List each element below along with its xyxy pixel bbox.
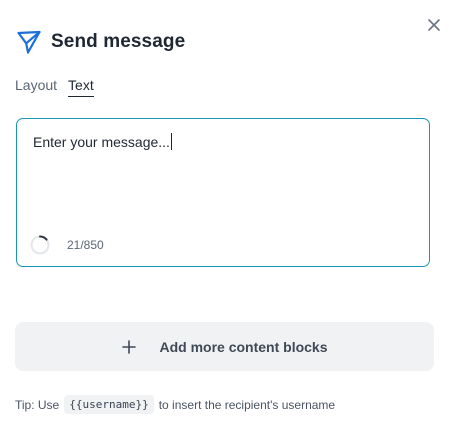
- tab-bar: Layout Text: [15, 77, 94, 97]
- add-content-blocks-label: Add more content blocks: [159, 338, 328, 355]
- username-placeholder-code: {{username}}: [64, 395, 154, 414]
- message-text: Enter your message...: [33, 134, 170, 150]
- plus-icon: [121, 339, 137, 355]
- close-button[interactable]: [423, 14, 445, 36]
- tip-text: Tip: Use {{username}} to insert the reci…: [15, 395, 335, 414]
- add-content-blocks-button[interactable]: Add more content blocks: [15, 322, 434, 371]
- tip-prefix: Tip: Use: [15, 397, 60, 412]
- character-counter: 21/850: [30, 235, 104, 255]
- tip-suffix: to insert the recipient's username: [158, 397, 336, 412]
- character-progress-ring: [30, 235, 50, 255]
- send-message-panel: Send message Layout Text Enter your mess…: [0, 0, 449, 436]
- tab-layout[interactable]: Layout: [15, 77, 57, 96]
- message-text-area[interactable]: Enter your message...: [33, 133, 172, 150]
- text-caret: [170, 133, 172, 150]
- send-icon: [16, 29, 42, 55]
- close-icon[interactable]: [427, 18, 441, 32]
- dialog-header: Send message: [16, 28, 185, 56]
- character-count: 21/850: [67, 238, 104, 252]
- message-editor[interactable]: Enter your message... 21/850: [16, 118, 430, 267]
- dialog-title: Send message: [51, 31, 186, 52]
- tab-text[interactable]: Text: [68, 77, 94, 97]
